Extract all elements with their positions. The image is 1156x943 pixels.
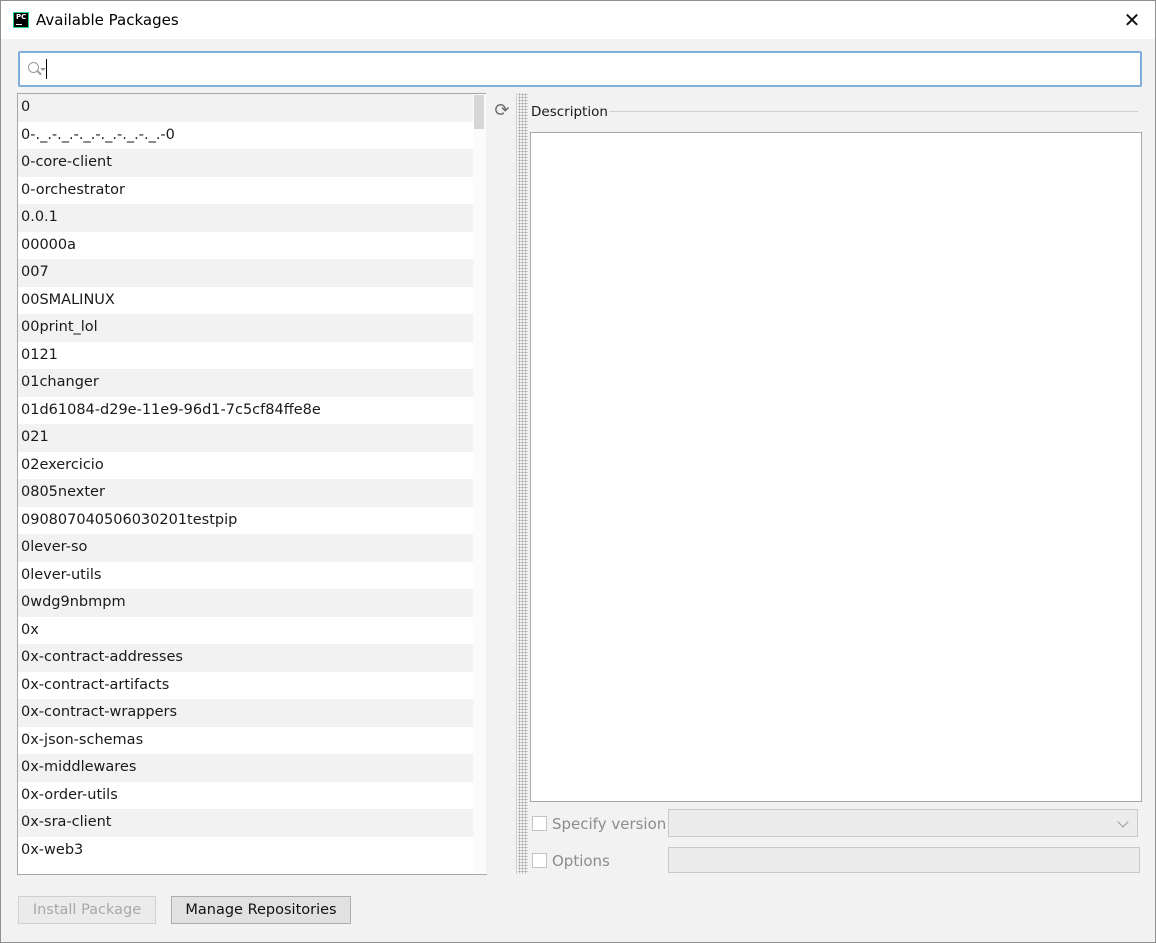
options-checkbox[interactable]	[532, 853, 547, 868]
package-list-item[interactable]: 0-core-client	[18, 149, 486, 177]
package-list[interactable]: 0 0-._.-._.-._.-._.-._.-._.-0 0-core-clien…	[17, 93, 487, 875]
package-list-item[interactable]: 0	[18, 94, 486, 122]
package-list-item[interactable]: 007	[18, 259, 486, 287]
version-select[interactable]	[668, 809, 1138, 837]
refresh-icon[interactable]: ⟳	[491, 99, 513, 121]
package-list-item[interactable]: 0x-sra-client	[18, 809, 486, 837]
package-list-item[interactable]: 0lever-utils	[18, 561, 486, 589]
package-list-item[interactable]: 0.0.1	[18, 204, 486, 232]
package-list-item[interactable]: 0lever-so	[18, 534, 486, 562]
search-field[interactable]	[18, 51, 1142, 87]
manage-repositories-button[interactable]: Manage Repositories	[171, 896, 351, 924]
package-list-item[interactable]: 01changer	[18, 369, 486, 397]
package-list-item[interactable]: 0x-web3	[18, 836, 486, 864]
package-list-item[interactable]: 0121	[18, 341, 486, 369]
package-list-item[interactable]: 0x-contract-addresses	[18, 644, 486, 672]
package-list-item[interactable]: 01d61084-d29e-11e9-96d1-7c5cf84ffe8e	[18, 396, 486, 424]
list-toolbar: ⟳	[486, 93, 517, 874]
text-caret	[46, 59, 47, 79]
description-separator	[609, 111, 1138, 112]
package-list-item[interactable]: 00SMALINUX	[18, 286, 486, 314]
options-input[interactable]	[668, 847, 1140, 873]
package-list-item[interactable]: 0x-contract-artifacts	[18, 671, 486, 699]
package-list-item[interactable]: 090807040506030201testpip	[18, 506, 486, 534]
package-list-item[interactable]: 0-._.-._.-._.-._.-._.-._.-0	[18, 121, 486, 149]
title-bar: PC Available Packages ✕	[1, 1, 1155, 39]
package-list-item[interactable]: 02exercicio	[18, 451, 486, 479]
package-list-item[interactable]: 0wdg9nbmpm	[18, 589, 486, 617]
package-list-item[interactable]: 0x-contract-wrappers	[18, 699, 486, 727]
close-icon[interactable]: ✕	[1117, 7, 1147, 33]
panel-splitter[interactable]	[518, 93, 528, 874]
package-list-item[interactable]: 0x-order-utils	[18, 781, 486, 809]
options-label[interactable]: Options	[552, 852, 610, 870]
window-title: Available Packages	[36, 11, 179, 29]
description-panel	[530, 132, 1142, 802]
app-icon-text: PC	[16, 13, 27, 21]
specify-version-label[interactable]: Specify version	[552, 815, 666, 833]
package-list-item[interactable]: 0x	[18, 616, 486, 644]
package-list-items: 0 0-._.-._.-._.-._.-._.-._.-0 0-core-clien…	[18, 94, 486, 864]
scrollbar-thumb[interactable]	[474, 95, 484, 129]
package-list-scrollbar[interactable]	[473, 94, 486, 874]
package-list-item[interactable]: 0x-middlewares	[18, 754, 486, 782]
package-list-item[interactable]: 00000a	[18, 231, 486, 259]
package-list-item[interactable]: 021	[18, 424, 486, 452]
search-icon[interactable]	[28, 62, 39, 73]
available-packages-dialog: PC Available Packages ✕ 0 0-._.-._.-._.-.…	[0, 0, 1156, 943]
description-label: Description	[531, 104, 608, 120]
chevron-down-icon[interactable]	[1117, 816, 1129, 828]
pycharm-app-icon: PC	[13, 12, 29, 28]
package-list-item[interactable]: 00print_lol	[18, 314, 486, 342]
install-package-button[interactable]: Install Package	[18, 896, 156, 924]
search-input[interactable]	[46, 56, 1130, 82]
package-list-item[interactable]: 0x-json-schemas	[18, 726, 486, 754]
package-list-item[interactable]: 0805nexter	[18, 479, 486, 507]
specify-version-checkbox[interactable]	[532, 816, 547, 831]
package-list-item[interactable]: 0-orchestrator	[18, 176, 486, 204]
